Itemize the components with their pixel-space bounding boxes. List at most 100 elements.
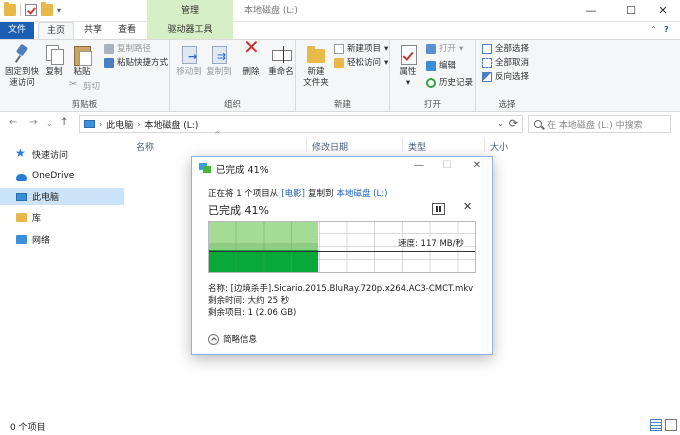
group-new: 新建 文件夹 新建项目 ▾ 轻松访问 ▾ 新建 [296, 40, 390, 112]
star-icon [15, 146, 27, 160]
recent-locations-chevron-icon[interactable]: ⌄ [46, 119, 53, 128]
column-header-date-modified[interactable]: 修改日期 [312, 140, 348, 153]
pin-icon [11, 43, 33, 65]
easy-access-label: 轻松访问 [347, 58, 382, 68]
new-folder-icon[interactable] [41, 2, 53, 16]
nav-item-quick-access[interactable]: 快速访问 [0, 146, 124, 163]
group-label-clipboard: 剪贴板 [71, 100, 98, 110]
breadcrumb-this-pc[interactable]: 此电脑 [106, 118, 133, 131]
select-all-button[interactable]: 全部选择 [482, 43, 529, 55]
tab-view[interactable]: 查看 [112, 22, 142, 39]
delete-button[interactable]: 删除 [238, 42, 264, 78]
item-count: 0 个项目 [10, 423, 46, 433]
easy-access-chevron-icon: ▾ [384, 58, 389, 68]
history-icon [426, 78, 436, 88]
group-open: 属性 ▾ 打开 ▾ 编辑 历史记录 打开 [390, 40, 476, 112]
items-remaining: 剩余项目: 1 (2.06 GB) [208, 308, 297, 318]
details-view-icon[interactable] [650, 419, 662, 431]
nav-item-this-pc[interactable]: 此电脑 [0, 188, 124, 205]
properties-check-icon[interactable] [25, 4, 37, 16]
customize-toolbar-chevron-icon[interactable]: ▾ [57, 6, 61, 15]
properties-chevron-icon: ▾ [405, 78, 411, 88]
address-bar[interactable]: › 此电脑 › 本地磁盘 (L:) ⌄ ⟳ [79, 115, 523, 133]
help-icon[interactable]: ? [664, 25, 669, 34]
column-divider[interactable] [402, 138, 403, 152]
open-button[interactable]: 打开 ▾ [426, 43, 463, 55]
column-divider[interactable] [484, 138, 485, 152]
select-none-button[interactable]: 全部取消 [482, 57, 529, 69]
source-folder-link[interactable]: [电影] [281, 187, 305, 199]
history-button[interactable]: 历史记录 [426, 77, 473, 89]
breadcrumb-chevron-icon[interactable]: › [137, 120, 140, 129]
paste-shortcut-button[interactable]: 粘贴快捷方式 [104, 57, 168, 69]
title-bar: ▾ 管理 本地磁盘 (L:) — ☐ ✕ [0, 0, 680, 22]
forward-arrow-icon[interactable]: → [29, 117, 37, 128]
column-header-type[interactable]: 类型 [408, 140, 426, 153]
easy-access-icon [334, 58, 344, 68]
dialog-title-bar: 已完成 41% — ☐ ✕ [192, 157, 492, 179]
search-placeholder: 在 本地磁盘 (L:) 中搜索 [547, 120, 643, 131]
edit-button[interactable]: 编辑 [426, 60, 456, 72]
move-to-icon [178, 43, 200, 65]
copy-button[interactable]: 复制 [42, 43, 66, 78]
search-input[interactable]: 在 本地磁盘 (L:) 中搜索 [528, 115, 671, 133]
minimize-button[interactable]: — [574, 0, 608, 22]
destination-folder-link[interactable]: 本地磁盘 (L:) [336, 187, 387, 199]
tab-home[interactable]: 主页 [38, 22, 74, 39]
copy-to-button[interactable]: 复制到 [204, 43, 234, 78]
nav-item-label: 快速访问 [32, 151, 69, 161]
properties-button[interactable]: 属性 ▾ [394, 43, 422, 89]
transfer-speed: 速度: 117 MB/秒 [396, 237, 465, 249]
large-icons-view-icon[interactable] [665, 419, 677, 431]
up-arrow-icon[interactable]: ↑ [60, 117, 68, 128]
tab-file[interactable]: 文件 [0, 22, 34, 39]
paste-button[interactable]: 粘贴 [68, 43, 96, 78]
move-to-button[interactable]: 移动到 [174, 43, 204, 78]
copy-progress-dialog: 已完成 41% — ☐ ✕ 正在将 1 个项目从 [电影] 复制到 本地磁盘 (… [191, 156, 493, 355]
open-icon [426, 44, 436, 54]
close-button[interactable]: ✕ [646, 0, 680, 22]
rename-icon [270, 43, 292, 65]
nav-item-onedrive[interactable]: OneDrive [0, 167, 124, 184]
fewer-details-label: 简略信息 [223, 335, 258, 345]
pin-quick-access-button[interactable]: 固定到快 速访问 [2, 43, 42, 89]
speed-line [209, 251, 475, 252]
breadcrumb-chevron-icon[interactable]: › [99, 120, 102, 129]
new-item-button[interactable]: 新建项目 ▾ [334, 43, 388, 55]
collapse-ribbon-chevron-icon[interactable]: ⌃ [650, 25, 657, 34]
address-history-chevron-icon[interactable]: ⌄ [497, 119, 504, 128]
cancel-button[interactable]: ✕ [463, 200, 472, 213]
copy-description-middle: 复制到 [307, 189, 334, 199]
column-header-name[interactable]: 名称 [136, 140, 154, 153]
easy-access-button[interactable]: 轻松访问 ▾ [334, 57, 388, 69]
breadcrumb-local-disk[interactable]: 本地磁盘 (L:) [144, 118, 198, 131]
refresh-icon[interactable]: ⟳ [509, 117, 518, 130]
chevron-up-icon [208, 333, 219, 345]
dialog-close-button[interactable]: ✕ [466, 160, 488, 171]
cut-button[interactable]: 剪切 [69, 79, 101, 93]
cut-label: 剪切 [83, 82, 101, 92]
tab-share[interactable]: 共享 [78, 22, 108, 39]
column-divider[interactable] [306, 138, 307, 152]
new-item-label: 新建项目 [347, 44, 382, 54]
rename-button[interactable]: 重命名 [266, 43, 296, 78]
transfer-details: 名称: [边境杀手].Sicario.2015.BluRay.720p.x264… [208, 283, 473, 319]
fewer-details-button[interactable]: 简略信息 [208, 333, 257, 345]
dialog-minimize-button[interactable]: — [408, 160, 430, 171]
pause-button[interactable] [432, 203, 445, 215]
nav-item-network[interactable]: 网络 [0, 231, 124, 248]
maximize-button[interactable]: ☐ [614, 0, 648, 22]
history-label: 历史记录 [439, 78, 474, 88]
back-arrow-icon[interactable]: ← [9, 117, 17, 128]
new-item-chevron-icon: ▾ [384, 44, 389, 54]
invert-selection-button[interactable]: 反向选择 [482, 71, 529, 83]
group-label-select: 选择 [498, 100, 516, 110]
copy-path-button[interactable]: 复制路径 [104, 43, 151, 55]
edit-label: 编辑 [439, 61, 457, 71]
tab-drive-tools[interactable]: 驱动器工具 [147, 22, 233, 39]
delete-x-icon [240, 42, 262, 65]
nav-item-libraries[interactable]: 库 [0, 209, 124, 226]
new-folder-button[interactable]: 新建 文件夹 [300, 43, 332, 89]
dialog-maximize-button: ☐ [442, 160, 452, 171]
column-header-size[interactable]: 大小 [490, 140, 508, 153]
